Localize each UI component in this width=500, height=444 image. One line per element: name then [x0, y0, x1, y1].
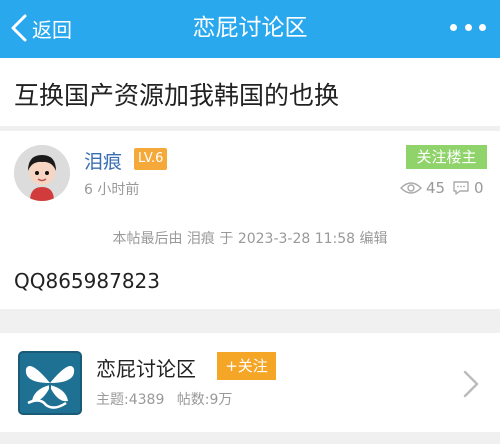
forum-card[interactable]: 恋屁讨论区 +关注 主题:4389 帖数:9万	[0, 333, 500, 432]
post-content: QQ865987823	[14, 269, 161, 293]
author-name[interactable]: 泪痕	[84, 147, 122, 174]
forum-posts: 帖数:9万	[176, 392, 233, 408]
view-count-value: 45	[426, 179, 446, 197]
back-label: 返回	[32, 17, 72, 42]
more-button[interactable]	[450, 17, 486, 37]
page-title: 恋屁讨论区	[192, 15, 308, 41]
more-dot-icon	[464, 23, 472, 31]
forum-name: 恋屁讨论区	[96, 357, 196, 381]
top-bar: 返回 恋屁讨论区	[0, 0, 500, 58]
butterfly-logo-icon	[20, 353, 80, 413]
eye-icon	[400, 182, 422, 194]
post-title-section: 互换国产资源加我韩国的也换	[0, 58, 500, 126]
comment-count-value: 0	[474, 179, 484, 197]
back-button[interactable]: 返回	[10, 12, 72, 44]
follow-forum-button[interactable]: +关注	[217, 352, 276, 380]
forum-topics: 主题:4389	[96, 392, 165, 408]
more-dot-icon	[450, 23, 457, 31]
author-avatar[interactable]	[14, 145, 70, 201]
view-count: 45	[400, 179, 445, 197]
forum-logo	[18, 351, 82, 415]
edit-note: 本帖最后由 泪痕 于 2023-3-28 11:58 编辑	[112, 231, 388, 247]
post-time: 6 小时前	[84, 182, 140, 198]
comment-icon	[453, 181, 469, 195]
post-body: 泪痕 LV.6 6 小时前 关注楼主 45 0 本帖最后由 泪痕 于 2023-…	[0, 131, 500, 309]
chevron-left-icon	[11, 14, 27, 42]
follow-author-button[interactable]: 关注楼主	[406, 145, 487, 169]
chevron-right-icon	[463, 370, 479, 398]
level-badge: LV.6	[134, 148, 168, 170]
more-dot-icon	[479, 23, 486, 31]
comment-count[interactable]: 0	[452, 179, 484, 197]
forum-stats: 主题:4389 帖数:9万	[96, 389, 232, 409]
avatar-icon	[14, 145, 70, 201]
post-title: 互换国产资源加我韩国的也换	[14, 81, 340, 110]
